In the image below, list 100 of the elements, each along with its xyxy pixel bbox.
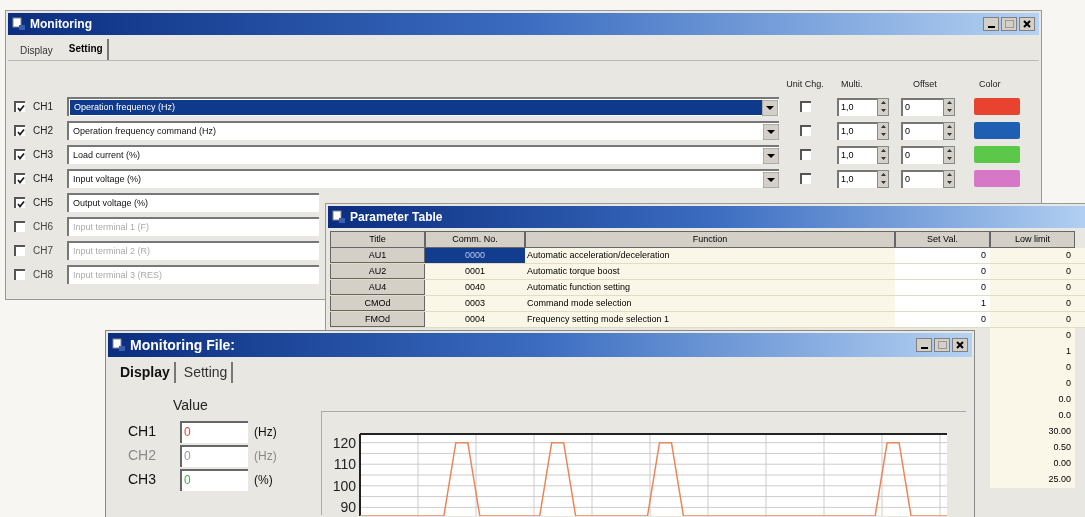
- spinner-control[interactable]: [877, 121, 889, 140]
- channel-label: CH3: [32, 148, 54, 162]
- row-title-cell[interactable]: AU2: [330, 264, 425, 279]
- checkbox[interactable]: [14, 221, 25, 232]
- checkbox[interactable]: [14, 149, 25, 160]
- spinner-control[interactable]: [943, 97, 955, 116]
- table-cell[interactable]: 25.00: [990, 472, 1075, 488]
- signal-dropdown[interactable]: Input voltage (%): [67, 169, 779, 188]
- down-arrow-icon: [946, 157, 952, 160]
- table-cell[interactable]: 0.0: [990, 392, 1075, 408]
- up-arrow-icon: [946, 149, 952, 152]
- checkbox[interactable]: [799, 101, 811, 112]
- dropdown-arrow-icon[interactable]: [763, 171, 779, 188]
- column-header[interactable]: Comm. No.: [425, 231, 525, 248]
- color-swatch[interactable]: [974, 170, 1020, 187]
- close-button[interactable]: [1019, 17, 1035, 31]
- maximize-icon: [937, 341, 947, 349]
- column-header: Color: [978, 77, 1002, 91]
- column-header[interactable]: Set Val.: [895, 231, 990, 248]
- table-cell[interactable]: 0.50: [990, 440, 1075, 456]
- window-title: Monitoring: [30, 16, 92, 33]
- color-swatch[interactable]: [974, 98, 1020, 115]
- checkmark-icon: [16, 151, 25, 160]
- offset-field[interactable]: 0: [901, 97, 943, 116]
- multiplier-field[interactable]: 1,0: [837, 169, 877, 188]
- table-cell[interactable]: 30.00: [990, 424, 1075, 440]
- table-cell[interactable]: 0000: [425, 248, 525, 263]
- minimize-button[interactable]: [916, 338, 932, 352]
- dropdown-arrow-icon[interactable]: [762, 99, 778, 116]
- channel-label: CH2: [128, 446, 157, 465]
- multiplier-field[interactable]: 1,0: [837, 145, 877, 164]
- channel-label: CH6: [32, 220, 54, 234]
- down-arrow-icon: [880, 109, 886, 112]
- close-icon: [956, 341, 964, 349]
- channel-label: CH8: [32, 268, 54, 282]
- tab[interactable]: Display: [16, 43, 57, 60]
- minimize-button[interactable]: [983, 17, 999, 31]
- column-header[interactable]: Low limit: [990, 231, 1075, 248]
- checkbox[interactable]: [14, 197, 25, 208]
- spinner-control[interactable]: [877, 169, 889, 188]
- close-icon: [1023, 20, 1031, 28]
- unit-label: (Hz): [253, 447, 277, 465]
- row-title-cell[interactable]: AU1: [330, 248, 425, 263]
- window-icon: [332, 210, 346, 224]
- close-button[interactable]: [952, 338, 968, 352]
- tab[interactable]: Display: [116, 361, 176, 383]
- tab[interactable]: Setting: [179, 361, 234, 383]
- checkbox[interactable]: [14, 245, 25, 256]
- offset-field[interactable]: 0: [901, 121, 943, 140]
- spinner-control[interactable]: [943, 145, 955, 164]
- checkbox[interactable]: [14, 101, 25, 112]
- column-header[interactable]: Function: [525, 231, 895, 248]
- offset-field[interactable]: 0: [901, 169, 943, 188]
- spinner-control[interactable]: [943, 169, 955, 188]
- dropdown-arrow-icon[interactable]: [763, 147, 779, 164]
- multiplier-field[interactable]: 1,0: [837, 121, 877, 140]
- multiplier-field[interactable]: 1,0: [837, 97, 877, 116]
- checkbox[interactable]: [14, 125, 25, 136]
- unit-label: (Hz): [253, 423, 277, 441]
- spinner-control[interactable]: [877, 145, 889, 164]
- offset-field[interactable]: 0: [901, 145, 943, 164]
- up-arrow-icon: [946, 173, 952, 176]
- signal-dropdown[interactable]: Load current (%): [67, 145, 779, 164]
- table-cell[interactable]: 0: [990, 376, 1075, 392]
- channel-label: CH7: [32, 244, 54, 258]
- checkbox[interactable]: [14, 269, 25, 280]
- row-title-cell[interactable]: FMOd: [330, 312, 425, 327]
- signal-dropdown[interactable]: Output voltage (%): [67, 193, 319, 212]
- spinner-control[interactable]: [877, 97, 889, 116]
- table-cell[interactable]: 0.00: [990, 456, 1075, 472]
- window-title: Monitoring File:: [130, 335, 235, 355]
- color-swatch[interactable]: [974, 146, 1020, 163]
- signal-dropdown[interactable]: Operation frequency command (Hz): [67, 121, 779, 140]
- minimize-icon: [987, 26, 995, 28]
- y-tick-label: 120: [332, 434, 356, 451]
- dropdown-arrow-icon[interactable]: [763, 123, 779, 140]
- checkbox[interactable]: [799, 125, 811, 136]
- row-title-cell[interactable]: CMOd: [330, 296, 425, 311]
- checkbox[interactable]: [799, 173, 811, 184]
- checkbox[interactable]: [14, 173, 25, 184]
- spinner-control[interactable]: [943, 121, 955, 140]
- down-arrow-icon: [946, 181, 952, 184]
- tab[interactable]: Setting: [64, 39, 109, 60]
- checkbox[interactable]: [799, 149, 811, 160]
- up-arrow-icon: [880, 101, 886, 104]
- table-cell[interactable]: 1: [990, 344, 1075, 360]
- signal-dropdown[interactable]: Operation frequency (Hz): [67, 97, 779, 116]
- up-arrow-icon: [946, 101, 952, 104]
- color-swatch[interactable]: [974, 122, 1020, 139]
- column-header: Unit Chg.: [785, 77, 825, 91]
- value-field[interactable]: 0: [180, 420, 248, 443]
- up-arrow-icon: [880, 125, 886, 128]
- column-header: Offset: [912, 77, 938, 91]
- column-header[interactable]: Title: [330, 231, 425, 248]
- down-arrow-icon: [880, 181, 886, 184]
- table-cell[interactable]: 0.0: [990, 408, 1075, 424]
- row-title-cell[interactable]: AU4: [330, 280, 425, 295]
- table-cell: 0: [895, 264, 990, 279]
- table-cell[interactable]: 0: [990, 328, 1075, 344]
- table-cell[interactable]: 0: [990, 360, 1075, 376]
